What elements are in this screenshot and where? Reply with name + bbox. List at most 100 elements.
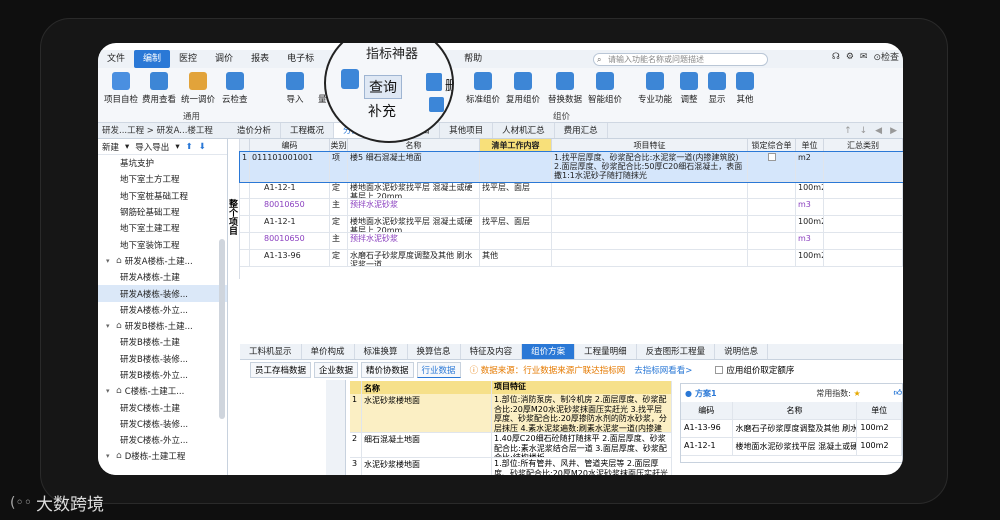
menu-help[interactable]: 帮助 [455, 50, 491, 68]
bottom-tab[interactable]: 组价方案 [522, 344, 576, 359]
expand-icon[interactable]: ▾ [106, 452, 116, 460]
bottom-tab[interactable]: 工料机显示 [240, 344, 302, 359]
col-unit[interactable]: 单位 [796, 139, 824, 152]
plan-list-row[interactable]: 1 水泥砂浆楼地面 1.部位:消防泵房、制冷机房 2.面层厚度、砂浆配合比:20厚M… [350, 394, 672, 433]
tree-item[interactable]: 地下室土建工程 [98, 220, 227, 236]
gear-icon[interactable]: ⚙ [846, 52, 854, 62]
import-button[interactable]: 导入 [286, 72, 304, 105]
table-row[interactable]: 80010650 主预拌水泥砂浆 m3 [240, 233, 903, 250]
reuse-price-button[interactable]: 复用组价 [506, 72, 540, 105]
replace-data-button[interactable]: 替换数据 [548, 72, 582, 105]
tree-item[interactable]: 研发A楼栋-装修... [98, 285, 227, 302]
check-button[interactable]: ⊙检查 [873, 50, 899, 63]
plan-detail-row[interactable]: A1-12-1楼地面水泥砂浆找平层 混凝土或硬基层上 20mm100m2 [681, 438, 902, 456]
menu-control[interactable]: 医控 [170, 50, 206, 68]
tree-item[interactable]: 研发B楼栋-外立... [98, 367, 227, 383]
fill-button[interactable]: 补充 [368, 101, 396, 121]
tree-item[interactable]: 基坑支护 [98, 155, 227, 171]
tree-item[interactable]: 研发C楼栋-装修... [98, 416, 227, 432]
bottom-tab[interactable]: 换算信息 [408, 344, 461, 359]
plan-list-row[interactable]: 2 细石混凝土地面 1.40厚C20细石砼随打随抹平 2.面层厚度、砂浆配合比:素水… [350, 433, 672, 458]
bottom-tab[interactable]: 说明信息 [715, 344, 769, 359]
delete-button[interactable]: 删 [445, 75, 452, 94]
col-name[interactable]: 名称 [348, 139, 480, 152]
tree-item[interactable]: 研发B楼栋-土建 [98, 334, 227, 350]
chevron-down-icon[interactable]: ▾ [175, 142, 179, 152]
tree-item[interactable]: 地下室装饰工程 [98, 236, 227, 252]
col-lock-price[interactable]: 锁定综合单价 [748, 139, 796, 163]
bottom-tab[interactable]: 工程量明细 [575, 344, 637, 359]
expand-icon[interactable]: ▾ [106, 257, 116, 265]
up-arrow-icon[interactable]: ⬆ [186, 142, 193, 152]
bottom-tab[interactable]: 特征及内容 [461, 344, 523, 359]
tab-other-items[interactable]: 其他项目 [440, 123, 494, 138]
tab-cost-analysis[interactable]: 造价分析 [228, 123, 282, 138]
menu-file[interactable]: 文件 [98, 50, 134, 68]
breadcrumb[interactable]: 研发...工程 > 研发A...楼工程 [98, 123, 228, 138]
tree-item[interactable]: 研发C楼栋-外立... [98, 432, 227, 448]
cell-lock[interactable] [748, 152, 796, 182]
cell-lock[interactable] [748, 250, 796, 267]
down-arrow-icon[interactable]: ↓ [860, 123, 868, 139]
tree-scrollbar[interactable] [219, 239, 225, 419]
thumb-up-icon[interactable]: 👍︎ [894, 388, 902, 398]
col-summary[interactable]: 汇总类别 [824, 139, 903, 152]
col-code[interactable]: 编码 [250, 139, 330, 152]
plan-detail-row[interactable]: A1-13-96水磨石子砂浆厚度调整及其他 刷水泥浆一道100m2 [681, 420, 902, 438]
menu-report[interactable]: 报表 [242, 50, 278, 68]
down-arrow-icon[interactable]: ⬇ [199, 142, 206, 152]
tree-item[interactable]: 研发A楼栋-外立... [98, 302, 227, 318]
tree-item[interactable]: 研发B楼栋-装修... [98, 351, 227, 367]
table-row[interactable]: A1-12-1 定楼地面水泥砂浆找平层 混凝土或硬基层上 20mm 找平层、面层 10… [240, 216, 903, 233]
left-arrow-icon[interactable]: ◀ [875, 123, 882, 139]
apply-sort-checkbox[interactable]: 应用组价取定额序 [715, 364, 794, 376]
cell-lock[interactable] [748, 199, 796, 216]
menu-edit[interactable]: 编制 [134, 50, 171, 68]
tab-staff-archive[interactable]: 员工存档数据 [250, 361, 312, 378]
mail-icon[interactable]: ✉ [860, 52, 868, 62]
col-work[interactable]: 清单工作内容 [480, 139, 552, 152]
menu-ebid[interactable]: 电子标 [278, 50, 323, 68]
tab-enterprise-data[interactable]: 企业数据 [314, 361, 359, 378]
plan-list-row[interactable]: 3 水泥砂浆楼地面 1.部位:所有管井、风井、管道夹层等 2.面层厚度、砂浆配合比:… [350, 458, 672, 475]
tab-fee-summary[interactable]: 费用汇总 [555, 123, 608, 138]
tab-materials[interactable]: 人材机汇总 [493, 123, 555, 138]
table-row[interactable]: 80010650 主预拌水泥砂浆 m3 [240, 199, 903, 216]
bottom-tab[interactable]: 标准换算 [355, 344, 408, 359]
tree-item[interactable]: 地下室土方工程 [98, 171, 227, 187]
tree-item[interactable]: ▾ ⌂ 研发B楼栋-土建... [98, 318, 227, 334]
headset-icon[interactable]: ☊ [832, 52, 840, 62]
up-arrow-icon[interactable]: ↑ [844, 123, 852, 139]
chevron-down-icon[interactable]: ▾ [125, 142, 129, 152]
tree-item[interactable]: ▾ ⌂ C楼栋-土建工... [98, 383, 227, 399]
tree-item[interactable]: ▾ ⌂ 研发A楼栋-土建... [98, 253, 227, 269]
cloud-check-button[interactable]: 云检查 [222, 72, 248, 105]
table-row[interactable]: A1-12-1 定楼地面水泥砂浆找平层 混凝土或硬基层上 20mm 找平层、面层 10… [240, 182, 903, 199]
table-row[interactable]: 1 011101001001 项楼5 细石混凝土地面 1.找平层厚度、砂浆配合比:水泥… [239, 151, 903, 183]
menu-adjust[interactable]: 调价 [206, 50, 242, 68]
display-button[interactable]: 显示 [708, 72, 726, 105]
tab-price-assoc-data[interactable]: 精价协数据 [361, 361, 414, 378]
self-check-button[interactable]: 项目自检 [104, 72, 138, 105]
cell-lock[interactable] [748, 182, 796, 199]
new-button[interactable]: 新建 [102, 141, 119, 153]
unified-price-button[interactable]: 统一调价 [181, 72, 215, 105]
cell-lock[interactable] [748, 233, 796, 250]
other-button[interactable]: 其他 [736, 72, 754, 105]
expand-icon[interactable]: ▾ [106, 387, 116, 395]
search-input[interactable]: ⌕ 请输入功能名称或问题描述 [593, 53, 768, 66]
expand-icon[interactable]: ▾ [106, 322, 116, 330]
right-arrow-icon[interactable]: ▶ [890, 123, 897, 139]
import-export-button[interactable]: 导入导出 [135, 141, 169, 153]
adjust-button[interactable]: 调整 [680, 72, 698, 105]
standard-price-button[interactable]: 标准组价 [466, 72, 500, 105]
tree-item[interactable]: ▾ ⌂ D楼栋-土建工程 [98, 448, 227, 464]
tree-item[interactable]: 地下室桩基础工程 [98, 188, 227, 204]
index-site-link[interactable]: 去指标网看看> [634, 364, 692, 376]
pro-func-button[interactable]: 专业功能 [638, 72, 672, 105]
bottom-tab[interactable]: 反查图形工程量 [637, 344, 716, 359]
checkbox-icon[interactable] [767, 153, 776, 161]
bottom-tab[interactable]: 单价构成 [302, 344, 355, 359]
cell-lock[interactable] [748, 216, 796, 233]
col-type[interactable]: 类别 [330, 139, 348, 152]
